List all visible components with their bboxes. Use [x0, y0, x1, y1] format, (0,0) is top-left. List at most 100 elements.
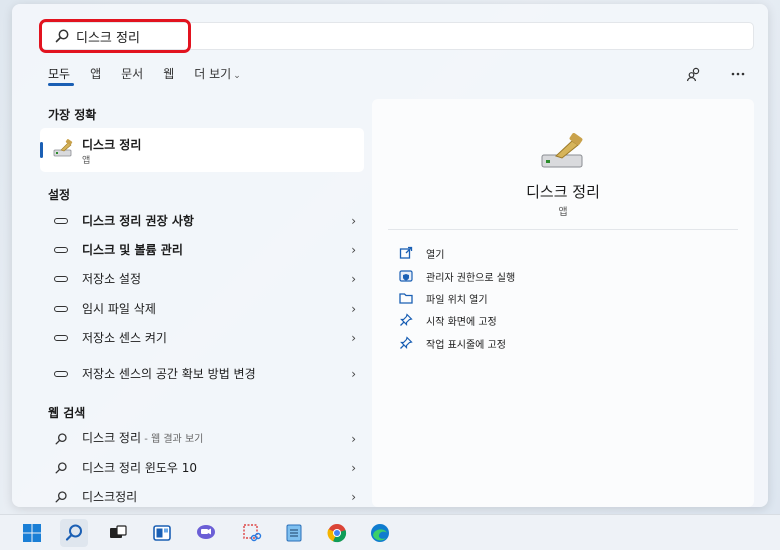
windows-logo-icon [23, 524, 41, 542]
account-switch-button[interactable] [684, 64, 704, 84]
settings-toggle-icon [54, 218, 68, 224]
web-result-item[interactable]: 디스크 정리 윈도우 10 › [40, 455, 364, 481]
widgets-icon [153, 525, 171, 541]
ellipsis-icon [731, 72, 745, 76]
divider [388, 229, 738, 230]
settings-item-label: 저장소 설정 [82, 271, 142, 286]
action-label: 시작 화면에 고정 [426, 316, 497, 328]
tab-more[interactable]: 더 보기 ⌄ [194, 66, 240, 86]
search-icon [55, 433, 67, 445]
chevron-down-icon: ⌄ [233, 71, 241, 81]
search-query[interactable]: 디스크 정리 [76, 27, 140, 46]
selection-indicator [40, 142, 43, 158]
snipping-tool-button[interactable] [238, 519, 266, 547]
search-icon [65, 524, 82, 541]
pin-icon [400, 313, 413, 326]
chrome-icon [327, 524, 347, 543]
start-button[interactable] [18, 519, 46, 547]
best-match-item[interactable]: 디스크 정리 앱 [40, 128, 364, 172]
tab-documents[interactable]: 문서 [121, 66, 143, 86]
chevron-right-icon: › [351, 490, 356, 504]
web-result-hint: - 웹 결과 보기 [141, 434, 204, 445]
action-label: 열기 [426, 249, 445, 261]
settings-item[interactable]: 디스크 및 볼륨 관리 › [40, 237, 364, 263]
chrome-button[interactable] [323, 519, 351, 547]
chevron-right-icon: › [351, 432, 356, 446]
settings-toggle-icon [54, 371, 68, 377]
web-result-item[interactable]: 디스크정리 › [40, 484, 364, 507]
disk-cleanup-icon [53, 139, 73, 157]
settings-item[interactable]: 임시 파일 삭제 › [40, 296, 364, 322]
notepad-button[interactable] [280, 519, 308, 547]
edge-icon [371, 524, 389, 542]
action-label: 파일 위치 열기 [426, 294, 488, 306]
filter-tabs: 모두 앱 문서 웹 더 보기 ⌄ [48, 66, 261, 86]
chevron-right-icon: › [351, 214, 356, 228]
action-pin-to-taskbar[interactable]: 작업 표시줄에 고정 [398, 333, 506, 353]
taskbar-search-button[interactable] [60, 519, 88, 547]
tab-more-label: 더 보기 [194, 67, 232, 81]
settings-item-label: 저장소 센스의 공간 확보 방법 변경 [82, 366, 256, 381]
action-label: 작업 표시줄에 고정 [426, 339, 506, 351]
edge-button[interactable] [366, 519, 394, 547]
settings-item[interactable]: 디스크 정리 권장 사항 › [40, 208, 364, 234]
chevron-right-icon: › [351, 302, 356, 316]
action-open[interactable]: 열기 [398, 243, 444, 263]
action-open-file-location[interactable]: 파일 위치 열기 [398, 288, 488, 308]
settings-item-label: 디스크 정리 권장 사항 [82, 213, 194, 228]
settings-toggle-icon [54, 276, 68, 282]
snipping-tool-icon [243, 524, 262, 542]
search-icon [55, 491, 67, 503]
tab-web-label: 웹 [163, 67, 175, 81]
web-result-label: 디스크 정리 [82, 431, 142, 445]
settings-item-label: 디스크 및 볼륨 관리 [82, 242, 183, 257]
settings-toggle-icon [54, 335, 68, 341]
action-label: 관리자 권한으로 실행 [426, 272, 516, 284]
tab-documents-label: 문서 [121, 67, 144, 81]
search-icon [55, 462, 67, 474]
pin-icon [400, 336, 413, 349]
preview-app-name: 디스크 정리 [526, 183, 600, 201]
settings-heading: 설정 [48, 188, 71, 202]
tab-all-label: 모두 [48, 67, 71, 81]
web-result-label: 디스크 정리 윈도우 10 [82, 460, 198, 475]
task-view-icon [110, 525, 127, 538]
tab-apps-label: 앱 [90, 67, 102, 81]
tab-web[interactable]: 웹 [163, 66, 174, 86]
settings-toggle-icon [54, 247, 68, 253]
widgets-button[interactable] [148, 519, 176, 547]
chevron-right-icon: › [351, 461, 356, 475]
tab-all[interactable]: 모두 [48, 66, 75, 86]
people-icon [686, 67, 700, 82]
task-view-button[interactable] [104, 519, 132, 547]
shield-icon [399, 270, 413, 282]
chevron-right-icon: › [351, 367, 356, 381]
open-icon [399, 246, 413, 259]
action-pin-to-start[interactable]: 시작 화면에 고정 [398, 310, 497, 330]
notepad-icon [286, 524, 302, 542]
search-panel: 디스크 정리 모두 앱 문서 웹 더 보기 ⌄ 가장 정확 디스크 정리 앱 설… [12, 4, 768, 507]
folder-icon [399, 293, 413, 304]
chat-icon [197, 525, 215, 539]
action-run-as-admin[interactable]: 관리자 권한으로 실행 [398, 266, 515, 286]
settings-item[interactable]: 저장소 설정 › [40, 266, 364, 292]
disk-cleanup-icon [541, 133, 583, 168]
web-result-item[interactable]: 디스크 정리 - 웹 결과 보기 › [40, 426, 364, 452]
web-search-heading: 웹 검색 [48, 406, 86, 420]
best-match-kind: 앱 [82, 156, 91, 166]
more-options-button[interactable] [728, 64, 748, 84]
web-result-label: 디스크정리 [82, 489, 138, 504]
settings-item[interactable]: 저장소 센스 켜기 › [40, 325, 364, 351]
taskbar [0, 514, 780, 550]
chevron-right-icon: › [351, 272, 356, 286]
preview-app-kind: 앱 [558, 207, 568, 218]
best-match-heading: 가장 정확 [48, 108, 97, 122]
search-icon [55, 29, 69, 43]
settings-item-label: 저장소 센스 켜기 [82, 330, 167, 345]
teams-chat-button[interactable] [192, 519, 220, 547]
best-match-name: 디스크 정리 [82, 138, 142, 152]
preview-pane: 디스크 정리 앱 열기 관리자 권한으로 실행 파일 위치 열기 시작 화면에 … [372, 99, 754, 507]
settings-item[interactable]: 저장소 센스의 공간 확보 방법 변경 › [40, 356, 364, 392]
settings-item-label: 임시 파일 삭제 [82, 301, 156, 316]
tab-apps[interactable]: 앱 [90, 66, 101, 86]
